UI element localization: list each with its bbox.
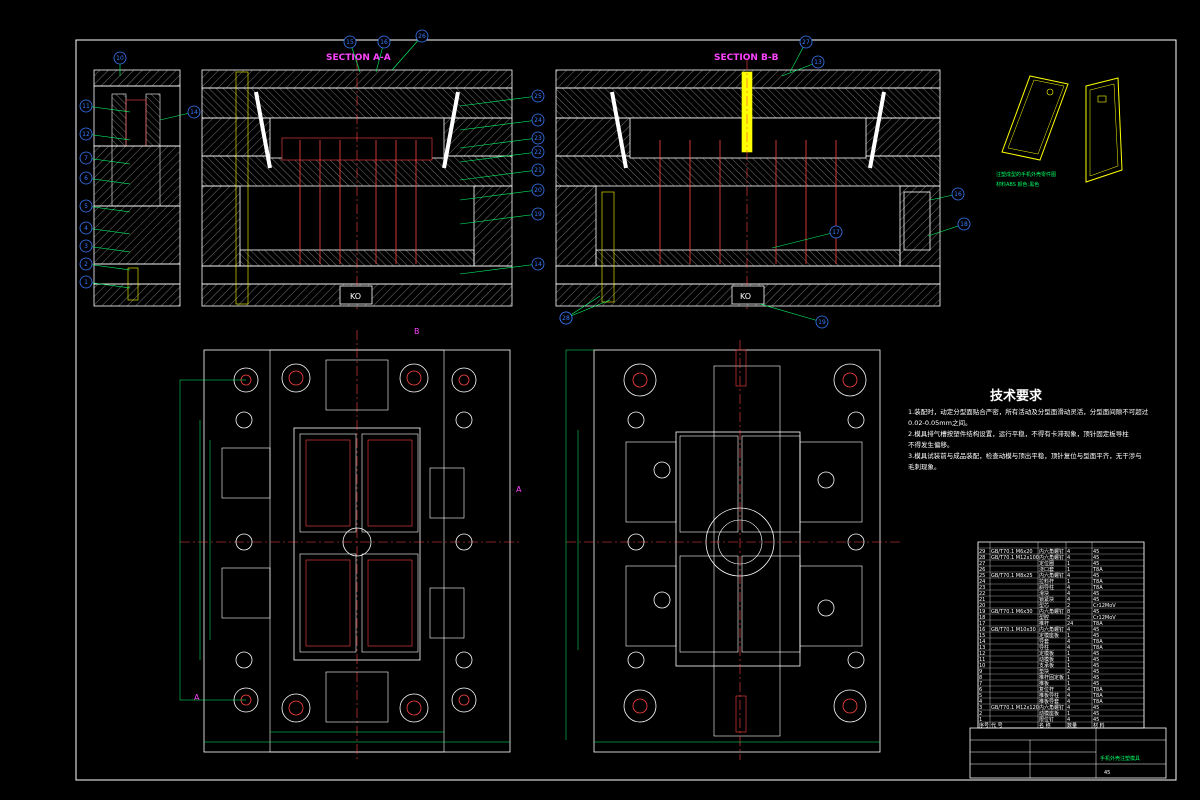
plan-view-left: B A A <box>179 327 522 760</box>
svg-text:11: 11 <box>82 103 90 110</box>
svg-text:26: 26 <box>418 33 426 40</box>
product-caption-1: 注塑成型的手机外壳零件图 <box>996 171 1056 178</box>
svg-text:5: 5 <box>84 203 88 210</box>
svg-text:3: 3 <box>84 243 88 250</box>
product-caption-2: 材料ABS 颜色:黑色 <box>996 181 1039 188</box>
svg-text:23: 23 <box>534 135 542 142</box>
svg-text:28: 28 <box>562 315 570 322</box>
view-marker-a-right: A <box>516 485 522 494</box>
callout-b-right-17: 17 <box>771 225 843 249</box>
callout-a-top-26: 26 <box>391 29 429 71</box>
ko-label-left: KO <box>350 292 361 301</box>
section-b-title: SECTION B-B <box>714 53 779 63</box>
ko-label-right: KO <box>740 292 751 301</box>
requirement-line-1: 1.装配时，动定分型面贴合严密，所有活动及分型面滑动灵活，分型面间隙不可超过 <box>908 407 1149 416</box>
svg-text:2: 2 <box>84 261 88 268</box>
svg-text:6: 6 <box>84 175 88 182</box>
requirement-line-5: 3.模具试装前与成品装配，检查动模与顶出平稳，顶针复位与型面平齐，无干涉与 <box>908 451 1142 460</box>
view-marker-a-left: A <box>194 693 200 702</box>
svg-text:14: 14 <box>190 109 198 116</box>
cad-drawing: SECTION A-A KO SECTION B-B KO 注塑成型的手机外壳零… <box>75 29 1177 781</box>
plan-view-right <box>565 340 900 760</box>
bom-table: 29 GB/T70.1 M6x20 内六角螺钉 4 4528 GB/T70.1 M12x1… <box>977 541 1145 729</box>
svg-text:14: 14 <box>534 261 542 268</box>
product-sketch: 注塑成型的手机外壳零件图 材料ABS 颜色:黑色 <box>996 75 1123 188</box>
svg-text:19: 19 <box>534 211 542 218</box>
svg-text:10: 10 <box>116 55 124 62</box>
svg-text:21: 21 <box>534 167 542 174</box>
requirement-line-4: 不得发生偏移。 <box>908 440 954 449</box>
title-block: 手机外壳注塑模具 45 <box>969 727 1167 779</box>
svg-text:16: 16 <box>380 39 388 46</box>
svg-text:13: 13 <box>814 59 822 66</box>
svg-text:15: 15 <box>346 39 354 46</box>
callout-b-right-19: 19 <box>759 303 829 329</box>
section-b-view: SECTION B-B KO <box>555 53 941 310</box>
requirement-line-6: 毛刺现象。 <box>908 462 941 471</box>
side-view <box>93 69 181 307</box>
technical-requirements: 技术要求 1.装配时，动定分型面贴合严密，所有活动及分型面滑动灵活，分型面间隙不… <box>908 388 1149 471</box>
callout-b-top-27: 27 <box>789 35 813 73</box>
drawing-name: 手机外壳注塑模具 <box>1100 755 1140 762</box>
svg-text:18: 18 <box>960 221 968 228</box>
section-a-view: SECTION A-A KO <box>93 53 513 310</box>
svg-text:7: 7 <box>84 155 88 162</box>
section-a-title: SECTION A-A <box>326 53 391 63</box>
svg-text:27: 27 <box>802 39 810 46</box>
svg-text:20: 20 <box>534 187 542 194</box>
requirements-title: 技术要求 <box>990 388 1043 404</box>
requirement-line-2: 0.02-0.05mm之间。 <box>908 418 971 427</box>
requirement-line-3: 2.模具排气槽按塑件结构设置，运行平稳，不得有卡滞现象，顶针固定板导柱 <box>908 429 1129 438</box>
svg-text:4: 4 <box>84 225 88 232</box>
svg-text:1: 1 <box>84 279 88 286</box>
view-marker-b: B <box>414 327 420 336</box>
svg-text:16: 16 <box>954 191 962 198</box>
svg-text:17: 17 <box>832 229 840 236</box>
svg-text:25: 25 <box>534 93 542 100</box>
svg-text:22: 22 <box>534 149 542 156</box>
section-a-body <box>201 60 513 310</box>
svg-text:12: 12 <box>82 131 90 138</box>
svg-text:19: 19 <box>818 319 826 326</box>
svg-text:24: 24 <box>534 117 542 124</box>
material-cell: 45 <box>1104 770 1110 776</box>
